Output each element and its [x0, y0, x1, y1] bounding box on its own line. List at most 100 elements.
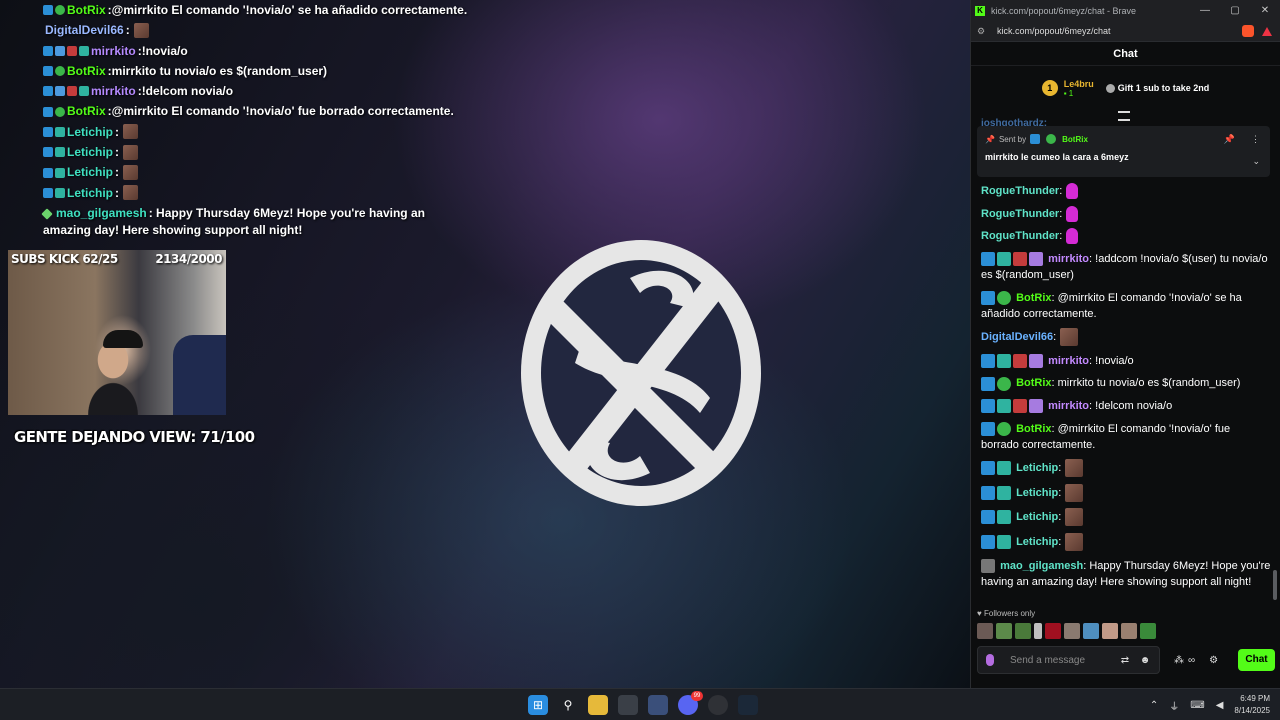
translate-icon[interactable]: ⇄	[1119, 655, 1131, 666]
network-icon[interactable]: ⌨	[1190, 700, 1204, 711]
gift-leaderboard[interactable]: 1 Le4bru ▪ 1 Gift 1 sub to take 2nd	[971, 66, 1280, 110]
start-menu-icon[interactable]: ⊞	[528, 695, 548, 715]
chat-username[interactable]: RogueThunder	[981, 185, 1059, 197]
chat-message: mirrkito: !delcom novia/o	[981, 398, 1271, 414]
chat-username: Letichip	[67, 185, 114, 200]
gift-badge-icon	[55, 86, 65, 97]
chat-username[interactable]: Letichip	[1016, 462, 1058, 474]
emote-icon[interactable]	[1034, 623, 1042, 639]
chat-message-text: @mirrkito El comando '!novia/o' se ha añ…	[111, 3, 468, 17]
send-chat-button[interactable]: Chat	[1238, 649, 1275, 671]
moderator-badge-icon	[981, 421, 995, 436]
pinned-message-text: mirrkito le cumeo la cara a 6meyz	[985, 152, 1129, 162]
gift-leader-username: Le4bru	[1063, 78, 1094, 89]
chevron-up-icon[interactable]: ⌃	[1150, 700, 1158, 711]
moderator-badge-icon	[1030, 134, 1041, 144]
emote-icon[interactable]	[1064, 623, 1080, 639]
webcam-feed: SUBS KICK 62/25 2134/2000	[8, 250, 226, 415]
chat-username[interactable]: RogueThunder	[981, 230, 1059, 242]
filter-icon[interactable]	[1118, 111, 1130, 121]
pinned-author[interactable]: BotRix	[1062, 135, 1088, 144]
overlay-chat-line: Letichip :	[0, 122, 450, 142]
address-bar[interactable]: ⚙ kick.com/popout/6meyz/chat	[971, 21, 1280, 42]
emote-icon[interactable]	[1102, 623, 1118, 639]
brave-browser-icon[interactable]	[648, 695, 668, 715]
chat-username[interactable]: DigitalDevil66	[981, 331, 1053, 343]
moderator-badge-icon	[981, 485, 995, 500]
chat-message-text: !delcom novia/o	[141, 84, 234, 99]
chat-username[interactable]: mirrkito	[1048, 400, 1089, 412]
clock[interactable]: 6:49 PM 8/14/2025	[1234, 693, 1270, 717]
chat-username[interactable]: mao_gilgamesh	[1000, 560, 1083, 572]
obs-icon[interactable]	[708, 695, 728, 715]
close-button[interactable]: ✕	[1250, 5, 1280, 16]
emote-icon[interactable]	[996, 623, 1012, 639]
emote-icon[interactable]	[1083, 623, 1099, 639]
moderator-badge-icon	[43, 66, 53, 77]
emote-icon[interactable]	[1015, 623, 1031, 639]
minimize-button[interactable]: —	[1190, 5, 1220, 16]
window-title: kick.com/popout/6meyz/chat - Brave	[991, 5, 1137, 16]
og-badge-icon	[997, 461, 1011, 476]
chat-username[interactable]: Letichip	[1016, 511, 1058, 523]
url-text[interactable]: kick.com/popout/6meyz/chat	[997, 26, 1111, 36]
chat-message: Letichip:	[981, 459, 1271, 478]
moderator-badge-icon	[981, 399, 995, 414]
chat-username[interactable]: mirrkito	[1048, 355, 1089, 367]
chat-message: Letichip:	[981, 483, 1271, 502]
moderator-badge-icon	[981, 535, 995, 549]
file-explorer-icon[interactable]	[588, 695, 608, 715]
chat-scrollbar[interactable]	[1273, 570, 1277, 600]
store-icon[interactable]	[618, 695, 638, 715]
heart-icon: ♥	[977, 609, 984, 618]
og-badge-icon	[997, 535, 1011, 549]
search-icon[interactable]: ⚲	[558, 695, 578, 715]
chat-username[interactable]: BotRix	[1016, 292, 1051, 304]
chat-username[interactable]: BotRix	[1016, 377, 1051, 389]
more-options-icon[interactable]: ⋮	[1251, 134, 1260, 145]
chat-message-input[interactable]: Send a message ⇄ ☻	[977, 646, 1160, 674]
chat-message-text: @mirrkito El comando '!novia/o' fue borr…	[111, 104, 454, 119]
emoji-icon[interactable]: ☻	[1139, 655, 1151, 666]
chat-message: RogueThunder:	[981, 183, 1271, 200]
settings-gear-icon[interactable]: ⚙	[1209, 655, 1218, 666]
moderator-badge-icon	[43, 126, 53, 137]
brave-rewards-icon[interactable]	[1262, 26, 1272, 36]
brave-shield-icon[interactable]	[1242, 25, 1254, 37]
infinity-icon[interactable]: ∞	[1188, 655, 1195, 666]
chevron-down-icon[interactable]: ⌄	[1252, 156, 1260, 167]
volume-icon[interactable]: ◀	[1216, 700, 1224, 711]
chat-input-placeholder[interactable]: Send a message	[1010, 655, 1119, 666]
chat-message: BotRix: mirrkito tu novia/o es $(random_…	[981, 375, 1271, 391]
maximize-button[interactable]: ▢	[1220, 5, 1250, 16]
gift-cta-text[interactable]: Gift 1 sub to take 2nd	[1118, 83, 1210, 93]
pin-icon: 📌	[985, 134, 995, 144]
chat-username[interactable]: Letichip	[1016, 536, 1058, 548]
unpin-icon[interactable]: 📌	[1224, 134, 1235, 145]
moderator-badge-icon	[981, 290, 995, 305]
emote-icon[interactable]	[977, 623, 993, 639]
points-icon[interactable]: ⁂	[1174, 655, 1184, 666]
chat-username[interactable]: RogueThunder	[981, 208, 1059, 220]
emote-icon[interactable]	[1045, 623, 1061, 639]
steam-icon[interactable]	[738, 695, 758, 715]
emote-icon	[1065, 508, 1084, 527]
chat-message-text: !novia/o	[1092, 354, 1134, 367]
chair	[173, 335, 226, 415]
site-settings-icon[interactable]: ⚙	[977, 26, 987, 37]
sparkle-badge-icon	[41, 208, 53, 220]
subs-count-label: 2134/2000	[155, 252, 222, 266]
chat-username[interactable]: mirrkito	[1048, 253, 1089, 265]
chat-username[interactable]: BotRix	[1016, 423, 1051, 435]
emote-icon[interactable]	[1140, 623, 1156, 639]
chat-separator: :	[115, 165, 120, 180]
streamer-logo	[521, 240, 761, 506]
discord-icon[interactable]: 99	[678, 691, 703, 715]
og-badge-icon	[997, 399, 1011, 414]
chat-username[interactable]: Letichip	[1016, 487, 1058, 499]
chat-separator: :	[115, 124, 120, 139]
emote-icon[interactable]	[1121, 623, 1137, 639]
rank-medal-icon: 1	[1041, 80, 1058, 96]
microphone-icon[interactable]: ⏚	[1169, 698, 1179, 713]
microphone-icon[interactable]	[986, 654, 994, 666]
